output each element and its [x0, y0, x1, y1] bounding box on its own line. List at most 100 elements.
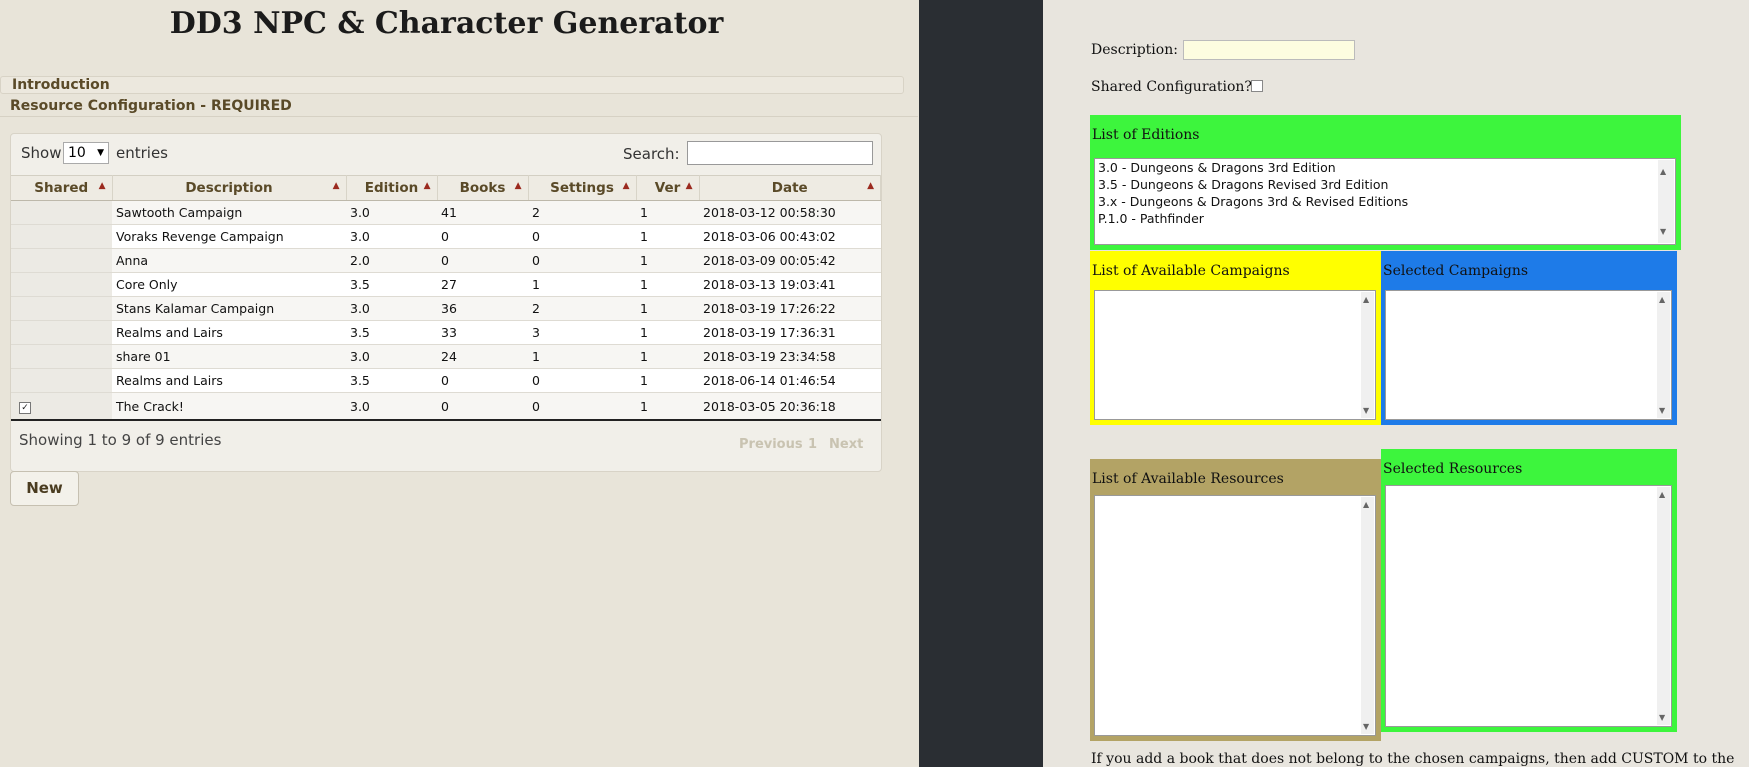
- scroll-down-icon[interactable]: ▼: [1659, 713, 1665, 722]
- cell-shared: ✓: [11, 392, 112, 421]
- cell-shared: [11, 200, 112, 225]
- column-header-date[interactable]: Date ▲: [699, 175, 881, 201]
- cell-settings: 2: [528, 200, 636, 225]
- scroll-down-icon[interactable]: ▼: [1660, 223, 1666, 240]
- scroll-up-icon[interactable]: ▲: [1659, 295, 1665, 304]
- sort-asc-icon: ▲: [98, 181, 106, 191]
- left-pane: DD3 NPC & Character Generator Introducti…: [0, 0, 919, 767]
- cell-date: 2018-03-06 00:43:02: [699, 224, 881, 249]
- scroll-up-icon[interactable]: ▲: [1660, 163, 1666, 180]
- cell-date: 2018-03-12 00:58:30: [699, 200, 881, 225]
- sort-asc-icon: ▲: [514, 181, 522, 191]
- sort-asc-icon: ▲: [622, 181, 630, 191]
- table-header-row: Shared ▲ Description ▲ Edition ▲ Books ▲ Set…: [11, 175, 881, 201]
- cell-edition: 3.0: [346, 344, 437, 369]
- cell-edition: 3.0: [346, 392, 437, 421]
- cell-shared: [11, 344, 112, 369]
- scrollbar[interactable]: ▲ ▼: [1657, 487, 1670, 725]
- sort-asc-icon: ▲: [423, 181, 431, 191]
- scroll-up-icon[interactable]: ▲: [1659, 490, 1665, 499]
- available-resources-panel: List of Available Resources ▲ ▼: [1090, 459, 1381, 741]
- table-row[interactable]: Core Only 3.5 27 1 1 2018-03-13 19:03:41: [11, 272, 881, 297]
- cell-date: 2018-03-19 17:26:22: [699, 296, 881, 321]
- column-header-shared[interactable]: Shared ▲: [11, 175, 113, 201]
- cell-edition: 3.0: [346, 224, 437, 249]
- table-row[interactable]: Voraks Revenge Campaign 3.0 0 0 1 2018-0…: [11, 224, 881, 249]
- cell-books: 0: [437, 224, 528, 249]
- selected-resources-title: Selected Resources: [1383, 461, 1523, 477]
- shared-configuration-checkbox[interactable]: [1251, 80, 1263, 92]
- entries-label: entries: [116, 144, 168, 162]
- list-item[interactable]: P.1.0 - Pathfinder: [1095, 210, 1675, 227]
- cell-description: Stans Kalamar Campaign: [112, 296, 346, 321]
- list-item[interactable]: 3.x - Dungeons & Dragons 3rd & Revised E…: [1095, 193, 1675, 210]
- editions-listbox[interactable]: 3.0 - Dungeons & Dragons 3rd Edition 3.5…: [1094, 158, 1676, 245]
- cell-settings: 0: [528, 248, 636, 273]
- search-label: Search:: [623, 145, 680, 163]
- new-button[interactable]: New: [10, 471, 79, 506]
- cell-settings: 0: [528, 392, 636, 421]
- table-row[interactable]: Sawtooth Campaign 3.0 41 2 1 2018-03-12 …: [11, 200, 881, 225]
- available-campaigns-listbox[interactable]: ▲ ▼: [1094, 290, 1376, 420]
- scroll-down-icon[interactable]: ▼: [1363, 722, 1369, 731]
- table-info: Showing 1 to 9 of 9 entries: [19, 431, 222, 449]
- selected-campaigns-listbox[interactable]: ▲ ▼: [1385, 290, 1672, 420]
- table-row[interactable]: Realms and Lairs 3.5 0 0 1 2018-06-14 01…: [11, 368, 881, 393]
- pagination-previous[interactable]: Previous: [739, 437, 803, 452]
- scrollbar[interactable]: ▲ ▼: [1361, 292, 1374, 418]
- accordion-resource-configuration[interactable]: Resource Configuration - REQUIRED: [10, 98, 292, 114]
- scroll-up-icon[interactable]: ▲: [1363, 500, 1369, 509]
- cell-date: 2018-03-13 19:03:41: [699, 272, 881, 297]
- cell-ver: 1: [636, 296, 699, 321]
- accordion-introduction[interactable]: Introduction: [0, 76, 904, 94]
- scroll-down-icon[interactable]: ▼: [1659, 406, 1665, 415]
- selected-resources-panel: Selected Resources ▲ ▼: [1381, 449, 1677, 732]
- column-header-edition[interactable]: Edition ▲: [346, 175, 438, 201]
- scrollbar[interactable]: ▲ ▼: [1658, 160, 1674, 243]
- cell-shared: [11, 248, 112, 273]
- cell-ver: 1: [636, 320, 699, 345]
- cell-date: 2018-03-19 23:34:58: [699, 344, 881, 369]
- scroll-up-icon[interactable]: ▲: [1363, 295, 1369, 304]
- cell-description: Anna: [112, 248, 346, 273]
- column-label: Settings: [550, 180, 614, 196]
- list-item[interactable]: 3.0 - Dungeons & Dragons 3rd Edition: [1095, 159, 1675, 176]
- table-row[interactable]: Anna 2.0 0 0 1 2018-03-09 00:05:42: [11, 248, 881, 273]
- custom-resource-note: If you add a book that does not belong t…: [1091, 751, 1735, 767]
- search-input[interactable]: [687, 141, 873, 165]
- cell-books: 27: [437, 272, 528, 297]
- cell-date: 2018-03-09 00:05:42: [699, 248, 881, 273]
- cell-date: 2018-06-14 01:46:54: [699, 368, 881, 393]
- scroll-down-icon[interactable]: ▼: [1363, 406, 1369, 415]
- cell-description: Sawtooth Campaign: [112, 200, 346, 225]
- cell-description: Realms and Lairs: [112, 320, 346, 345]
- pagination-page-1[interactable]: 1: [808, 437, 817, 452]
- selected-resources-listbox[interactable]: ▲ ▼: [1385, 485, 1672, 727]
- scrollbar[interactable]: ▲ ▼: [1657, 292, 1670, 418]
- cell-settings: 1: [528, 272, 636, 297]
- table-row[interactable]: ✓ The Crack! 3.0 0 0 1 2018-03-05 20:36:…: [11, 392, 881, 421]
- column-header-description[interactable]: Description ▲: [112, 175, 347, 201]
- table-row[interactable]: Stans Kalamar Campaign 3.0 36 2 1 2018-0…: [11, 296, 881, 321]
- column-label: Description: [185, 180, 273, 196]
- column-header-settings[interactable]: Settings ▲: [528, 175, 637, 201]
- list-item[interactable]: 3.5 - Dungeons & Dragons Revised 3rd Edi…: [1095, 176, 1675, 193]
- table-row[interactable]: share 01 3.0 24 1 1 2018-03-19 23:34:58: [11, 344, 881, 369]
- cell-description: Core Only: [112, 272, 346, 297]
- cell-shared: [11, 368, 112, 393]
- config-table-panel: Show 10 ▼ entries Search: Shared ▲ Descri…: [10, 133, 882, 472]
- cell-books: 24: [437, 344, 528, 369]
- available-resources-listbox[interactable]: ▲ ▼: [1094, 495, 1376, 736]
- column-header-ver[interactable]: Ver ▲: [636, 175, 700, 201]
- scrollbar[interactable]: ▲ ▼: [1361, 497, 1374, 734]
- table-row[interactable]: Realms and Lairs 3.5 33 3 1 2018-03-19 1…: [11, 320, 881, 345]
- cell-description: Voraks Revenge Campaign: [112, 224, 346, 249]
- cell-books: 41: [437, 200, 528, 225]
- description-input[interactable]: [1183, 40, 1355, 60]
- cell-description: share 01: [112, 344, 346, 369]
- pagination-next[interactable]: Next: [829, 437, 863, 452]
- shared-checkbox[interactable]: ✓: [19, 402, 31, 414]
- config-table: Shared ▲ Description ▲ Edition ▲ Books ▲ Set…: [11, 175, 881, 421]
- column-header-books[interactable]: Books ▲: [437, 175, 529, 201]
- entries-per-page-select[interactable]: 10 ▼: [63, 142, 109, 164]
